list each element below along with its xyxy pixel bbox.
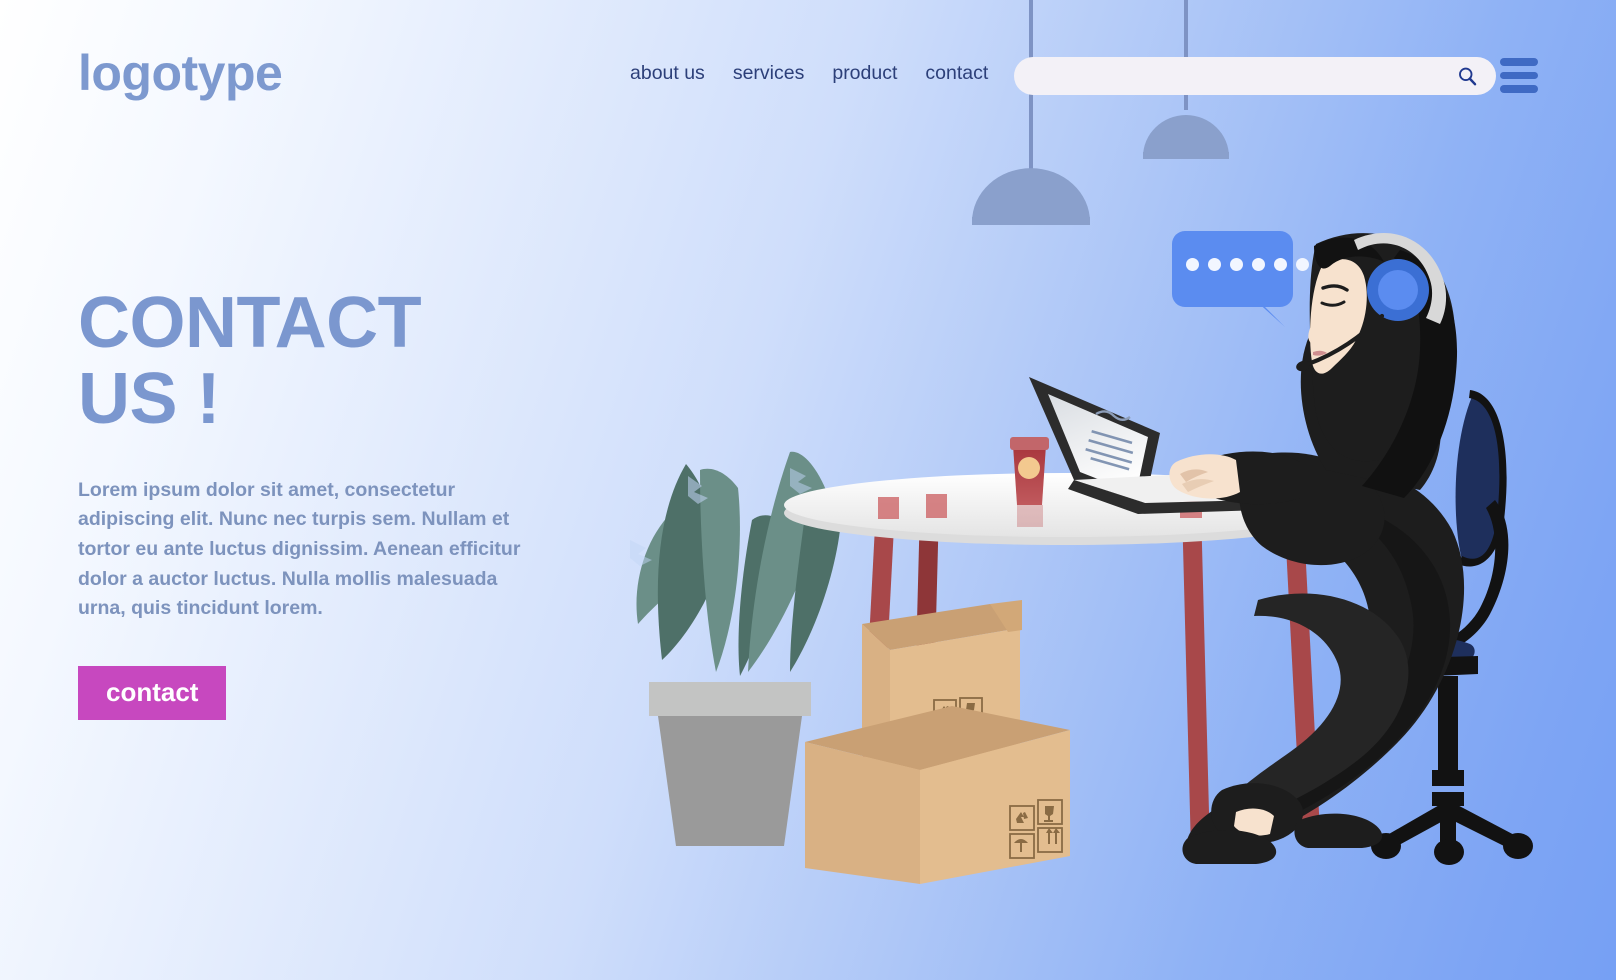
main-navigation: about us services product contact bbox=[630, 62, 988, 85]
support-agent-person bbox=[1169, 233, 1465, 864]
site-header: logotype about us services product conta… bbox=[0, 0, 1616, 140]
search-input[interactable] bbox=[1032, 57, 1452, 95]
hamburger-bar bbox=[1500, 71, 1538, 79]
chat-bubble bbox=[1172, 231, 1293, 327]
nav-item-contact[interactable]: contact bbox=[925, 62, 988, 85]
page-title: CONTACT US ! bbox=[78, 283, 422, 440]
logotype[interactable]: logotype bbox=[78, 48, 283, 98]
nav-item-product[interactable]: product bbox=[832, 62, 897, 85]
hamburger-bar bbox=[1500, 58, 1538, 66]
shipping-box-large bbox=[805, 706, 1070, 884]
hero-section: CONTACT US ! Lorem ipsum dolor sit amet,… bbox=[78, 285, 578, 720]
hamburger-bar bbox=[1500, 85, 1538, 93]
search-bar[interactable] bbox=[1014, 57, 1496, 95]
nav-item-services[interactable]: services bbox=[733, 62, 805, 85]
hero-description: Lorem ipsum dolor sit amet, consectetur … bbox=[78, 478, 521, 620]
search-icon[interactable] bbox=[1457, 66, 1478, 87]
contact-button[interactable]: contact bbox=[78, 665, 227, 720]
landing-page: logotype about us services product conta… bbox=[0, 0, 1616, 980]
nav-item-about-us[interactable]: about us bbox=[630, 62, 705, 85]
hamburger-menu-icon[interactable] bbox=[1500, 58, 1538, 94]
